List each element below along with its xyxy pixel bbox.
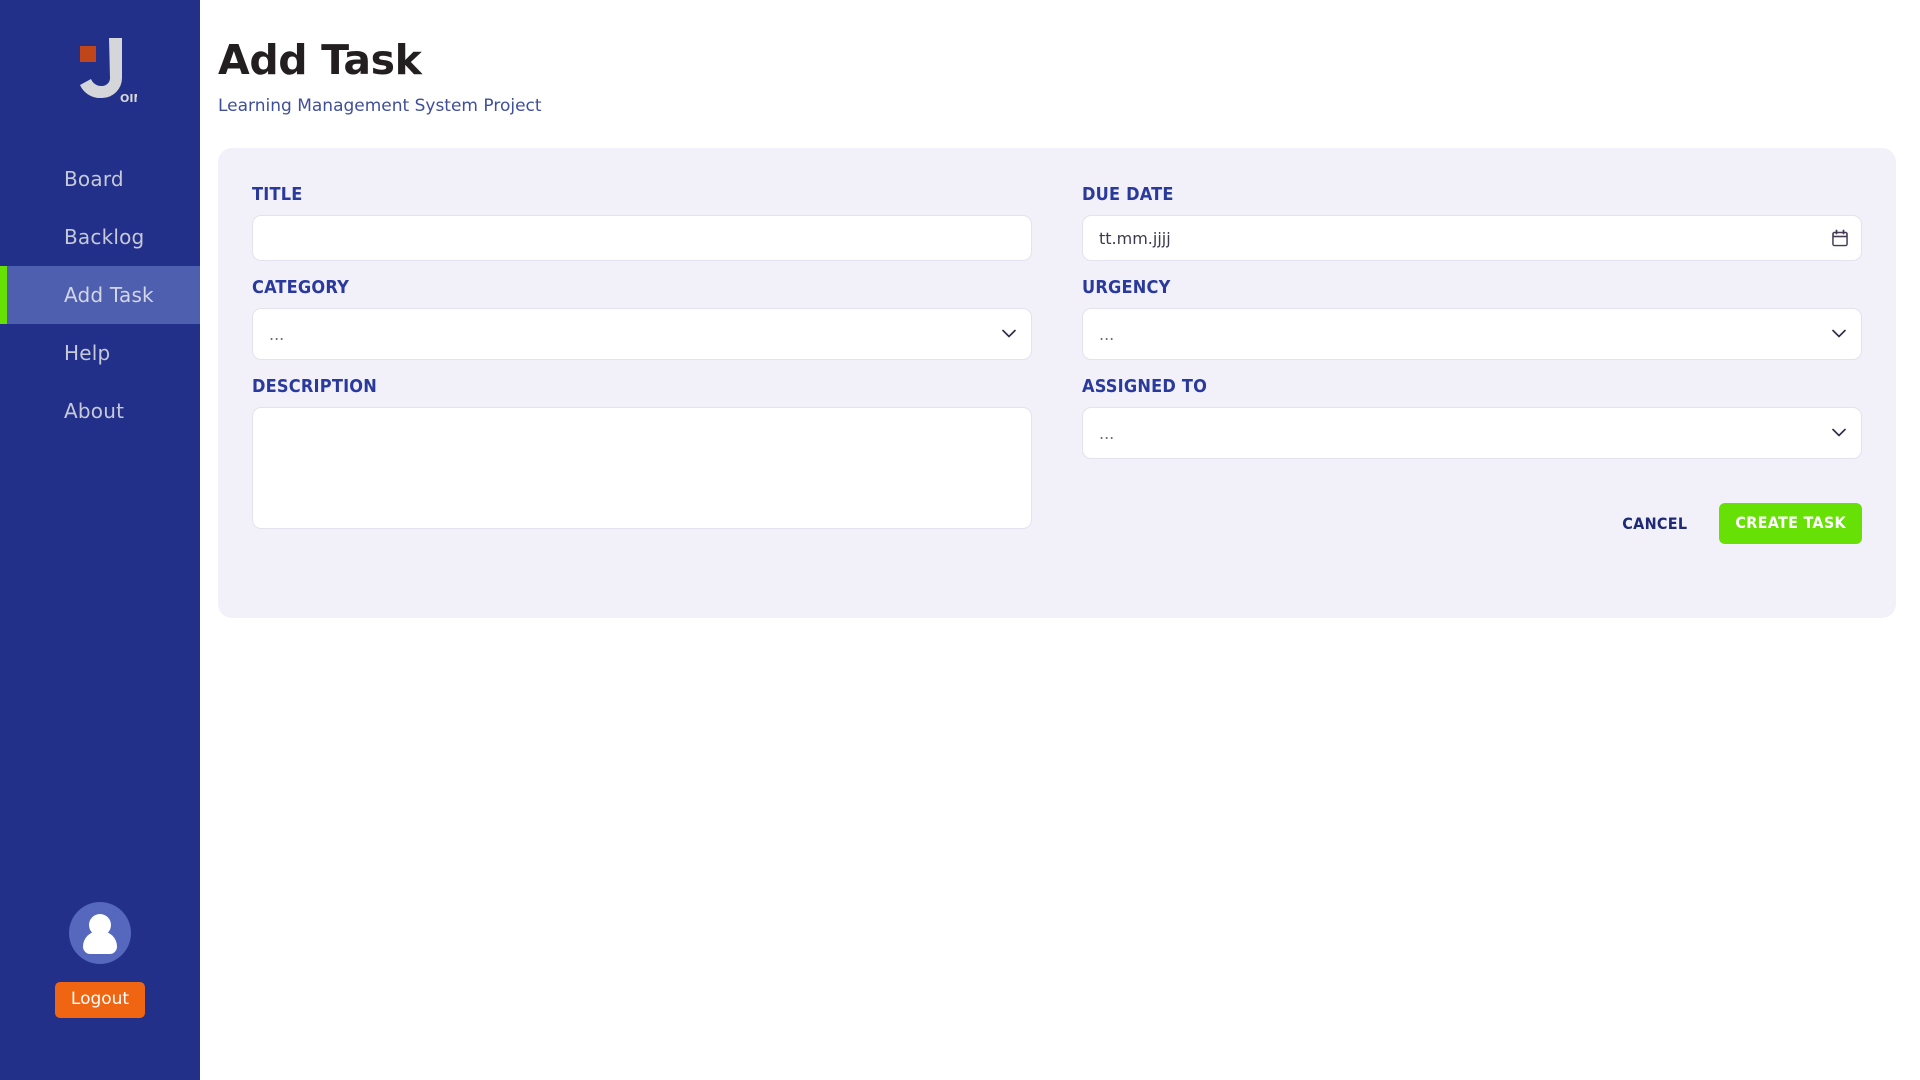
due-date-field[interactable]: tt.mm.jjjj — [1082, 215, 1862, 261]
description-textarea[interactable] — [252, 407, 1032, 529]
urgency-select-value[interactable]: ... — [1082, 308, 1862, 360]
avatar-body — [83, 931, 117, 954]
sidebar-item-about[interactable]: About — [0, 382, 200, 440]
category-select[interactable]: ... — [252, 308, 1032, 360]
cancel-button[interactable]: CANCEL — [1618, 508, 1691, 539]
page-header: Add Task Learning Management System Proj… — [200, 0, 1920, 116]
field-urgency: URGENCY ... — [1082, 277, 1862, 360]
description-label: DESCRIPTION — [252, 376, 378, 397]
assigned-to-select[interactable]: ... — [1082, 407, 1862, 459]
form-column-right: DUE DATE tt.mm.jjjj URGENCY ... ASSIGNED… — [1082, 184, 1862, 544]
sidebar-item-label: Backlog — [64, 225, 145, 249]
add-task-card: TITLE CATEGORY ... DESCRIPTION DUE DATE … — [218, 148, 1896, 618]
sidebar-item-add-task[interactable]: Add Task — [0, 266, 200, 324]
assigned-to-select-value[interactable]: ... — [1082, 407, 1862, 459]
field-description: DESCRIPTION — [252, 376, 1032, 533]
page-subtitle: Learning Management System Project — [218, 96, 542, 116]
logo-container[interactable]: OIN — [0, 0, 200, 140]
sidebar-footer: Logout — [0, 902, 200, 1018]
form-actions: CANCEL CREATE TASK — [1082, 503, 1862, 544]
user-avatar-icon[interactable] — [69, 902, 131, 964]
logout-button[interactable]: Logout — [54, 982, 146, 1018]
title-label: TITLE — [252, 184, 303, 205]
sidebar-item-help[interactable]: Help — [0, 324, 200, 382]
join-logo-icon: OIN — [63, 30, 137, 110]
sidebar: OIN Board Backlog Add Task Help About — [0, 0, 200, 1080]
sidebar-item-label: Board — [64, 167, 124, 191]
svg-text:OIN: OIN — [120, 92, 137, 105]
due-date-placeholder: tt.mm.jjjj — [1099, 228, 1171, 248]
due-date-label: DUE DATE — [1082, 184, 1174, 205]
page-title: Add Task — [218, 36, 422, 84]
field-due-date: DUE DATE tt.mm.jjjj — [1082, 184, 1862, 261]
sidebar-item-label: Help — [64, 341, 111, 365]
main-content: Add Task Learning Management System Proj… — [200, 0, 1920, 1080]
category-label: CATEGORY — [252, 277, 349, 298]
field-category: CATEGORY ... — [252, 277, 1032, 360]
sidebar-item-backlog[interactable]: Backlog — [0, 208, 200, 266]
form-grid: TITLE CATEGORY ... DESCRIPTION DUE DATE … — [252, 184, 1862, 549]
field-title: TITLE — [252, 184, 1032, 261]
title-input[interactable] — [252, 215, 1032, 261]
category-select-value[interactable]: ... — [252, 308, 1032, 360]
sidebar-nav: Board Backlog Add Task Help About — [0, 150, 200, 440]
create-task-button[interactable]: CREATE TASK — [1719, 503, 1862, 544]
field-assigned-to: ASSIGNED TO ... — [1082, 376, 1862, 459]
form-column-left: TITLE CATEGORY ... DESCRIPTION — [252, 184, 1032, 549]
sidebar-item-board[interactable]: Board — [0, 150, 200, 208]
app-root: OIN Board Backlog Add Task Help About — [0, 0, 1920, 1080]
sidebar-item-label: About — [64, 399, 125, 423]
assigned-to-label: ASSIGNED TO — [1082, 376, 1208, 397]
due-date-input[interactable]: tt.mm.jjjj — [1082, 215, 1862, 261]
urgency-select[interactable]: ... — [1082, 308, 1862, 360]
urgency-label: URGENCY — [1082, 277, 1171, 298]
sidebar-item-label: Add Task — [64, 283, 154, 307]
